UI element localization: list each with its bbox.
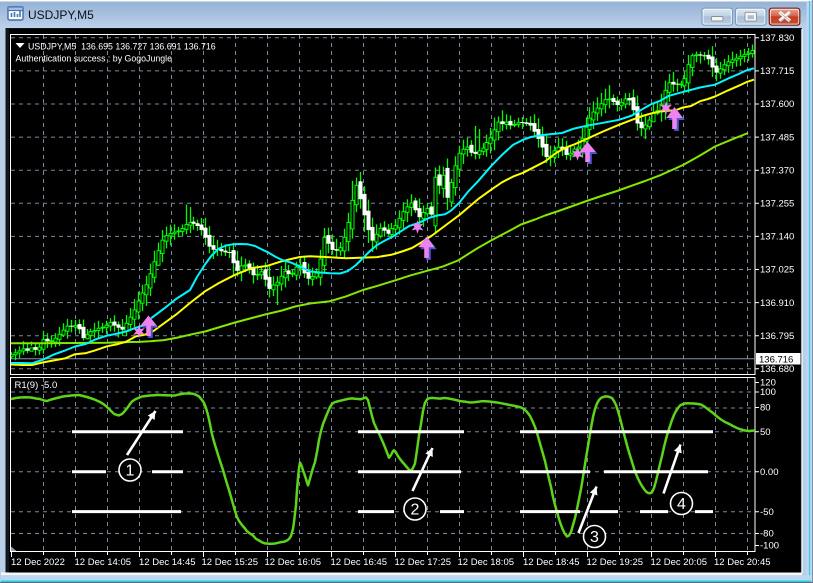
svg-text:50: 50	[760, 427, 771, 438]
svg-text:12 Dec 16:05: 12 Dec 16:05	[265, 557, 322, 568]
svg-text:12 Dec 18:05: 12 Dec 18:05	[458, 557, 515, 568]
svg-text:USDJPY,M5 136.695 136.727 136: USDJPY,M5 136.695 136.727 136.691 136.71…	[28, 42, 216, 52]
svg-text:2: 2	[411, 502, 420, 519]
svg-text:0.00: 0.00	[760, 467, 779, 478]
svg-text:-80: -80	[760, 529, 774, 540]
svg-text:137.025: 137.025	[760, 265, 794, 276]
svg-text:137.140: 137.140	[760, 232, 794, 243]
svg-text:80: 80	[760, 403, 771, 414]
svg-text:137.485: 137.485	[760, 132, 794, 143]
svg-text:12 Dec 17:25: 12 Dec 17:25	[395, 557, 452, 568]
svg-text:137.830: 137.830	[760, 33, 794, 44]
svg-text:USDJPY,M5: USDJPY,M5	[28, 8, 94, 22]
svg-text:137.715: 137.715	[760, 66, 794, 77]
svg-text:-100: -100	[760, 541, 779, 552]
svg-text:12 Dec 20:05: 12 Dec 20:05	[651, 557, 708, 568]
svg-text:12 Dec 14:05: 12 Dec 14:05	[75, 557, 132, 568]
svg-text:136.716: 136.716	[759, 354, 793, 365]
svg-text:-50: -50	[760, 507, 774, 518]
svg-text:R1(9) -5.0: R1(9) -5.0	[15, 380, 58, 391]
svg-text:12 Dec 19:25: 12 Dec 19:25	[587, 557, 644, 568]
svg-text:12 Dec 2022: 12 Dec 2022	[11, 557, 65, 568]
svg-text:137.255: 137.255	[760, 199, 794, 210]
svg-text:12 Dec 16:45: 12 Dec 16:45	[331, 557, 388, 568]
svg-text:1: 1	[126, 463, 135, 480]
svg-text:12 Dec 20:45: 12 Dec 20:45	[714, 557, 771, 568]
svg-text:Authentication success : by Go: Authentication success : by GogoJungle	[16, 54, 173, 64]
svg-text:137.370: 137.370	[760, 165, 794, 176]
svg-text:137.600: 137.600	[760, 99, 794, 110]
svg-text:12 Dec 18:45: 12 Dec 18:45	[523, 557, 580, 568]
svg-text:136.680: 136.680	[760, 364, 794, 375]
svg-text:136.795: 136.795	[760, 331, 794, 342]
svg-text:136.910: 136.910	[760, 298, 794, 309]
svg-text:3: 3	[590, 529, 599, 546]
svg-text:12 Dec 14:45: 12 Dec 14:45	[139, 557, 196, 568]
svg-text:12 Dec 15:25: 12 Dec 15:25	[202, 557, 259, 568]
svg-text:100: 100	[760, 387, 776, 398]
svg-text:4: 4	[677, 496, 686, 513]
